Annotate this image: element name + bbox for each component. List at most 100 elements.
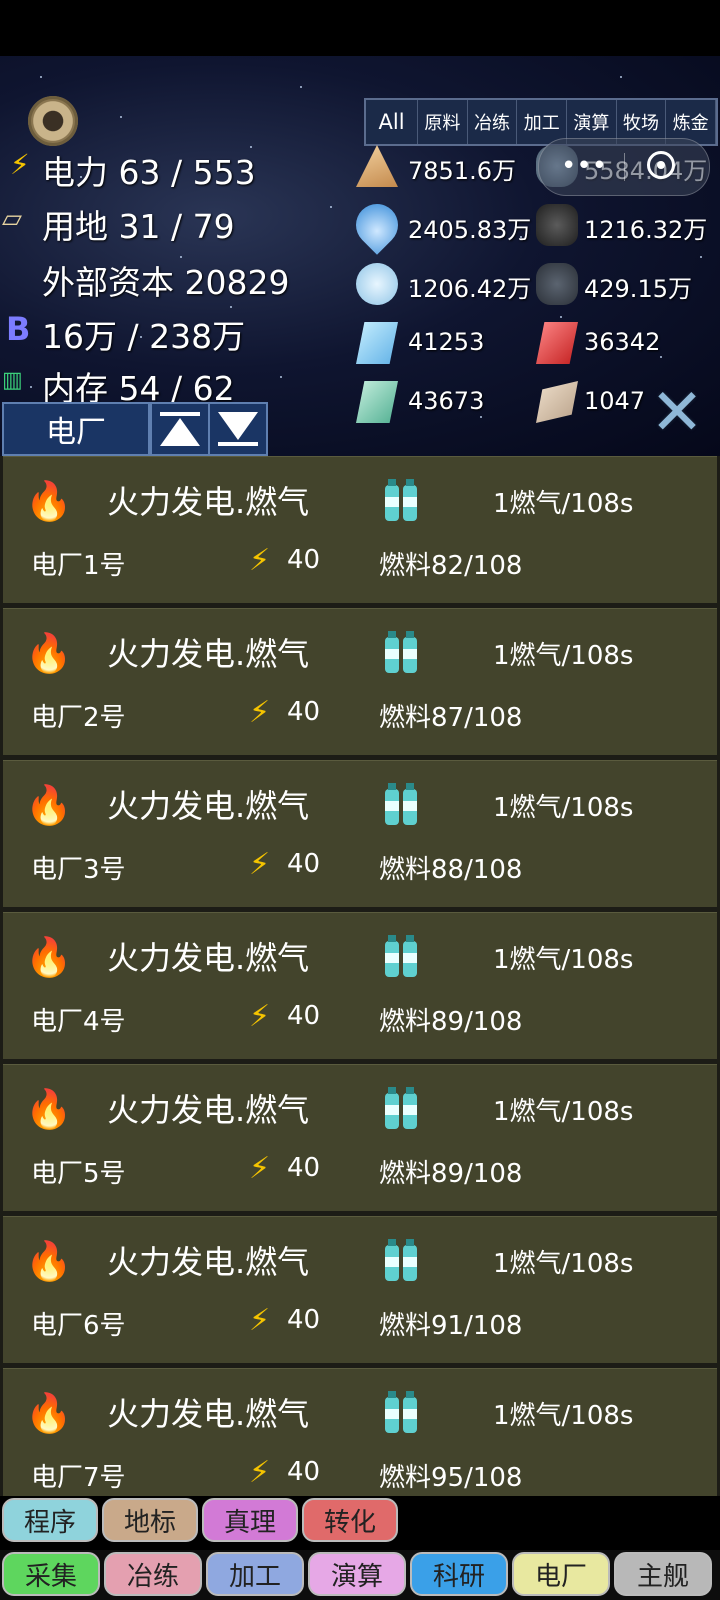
- fuel-level: 燃料95/108: [379, 1463, 523, 1493]
- power-output: 40: [287, 1305, 321, 1335]
- star: [700, 256, 702, 258]
- flame-icon: 🔥: [25, 1391, 73, 1435]
- nav-button-电厂[interactable]: 电厂: [512, 1552, 610, 1596]
- scroll-top-button[interactable]: [150, 402, 210, 456]
- power-output: 40: [287, 697, 321, 727]
- lightning-icon: ⚡: [249, 543, 271, 578]
- plant-type: 火力发电.燃气: [107, 1395, 310, 1433]
- scroll-bottom-button[interactable]: [208, 402, 268, 456]
- status-bar: [0, 0, 720, 56]
- plant-type: 火力发电.燃气: [107, 1091, 310, 1129]
- resource-value: 36342: [584, 328, 661, 356]
- nav-button-主舰[interactable]: 主舰: [614, 1552, 712, 1596]
- flame-icon: 🔥: [25, 631, 73, 675]
- resource-value: 43673: [408, 387, 485, 415]
- gas-canister-icon: [385, 1087, 417, 1129]
- plant-card[interactable]: 🔥 火力发电.燃气 1燃气/108s 电厂2号 ⚡ 40 燃料87/108: [3, 608, 717, 755]
- nav-button-0[interactable]: 程序: [2, 1498, 98, 1542]
- star: [620, 76, 622, 78]
- star: [40, 76, 42, 78]
- flame-icon: 🔥: [25, 935, 73, 979]
- plant-name: 电厂1号: [31, 551, 126, 581]
- plant-card[interactable]: 🔥 火力发电.燃气 1燃气/108s 电厂4号 ⚡ 40 燃料89/108: [3, 912, 717, 1059]
- resource-value: 429.15万: [584, 275, 692, 303]
- resource-value: 1047: [584, 387, 646, 415]
- close-target-icon[interactable]: [647, 151, 675, 179]
- lightning-icon: ⚡: [249, 1151, 271, 1186]
- nav-button-2[interactable]: 真理: [202, 1498, 298, 1542]
- memory-chip-icon: ▥: [2, 368, 23, 393]
- filter-tab-1[interactable]: 原料: [418, 100, 468, 144]
- power-output: 40: [287, 1001, 321, 1031]
- fuel-rate: 1燃气/108s: [493, 793, 634, 823]
- fuel-rate: 1燃气/108s: [493, 489, 634, 519]
- bits-stat: 16万 / 238万: [42, 317, 246, 356]
- land-stat: 用地 31 / 79: [42, 207, 235, 246]
- arrow-up-to-top-icon: [160, 412, 200, 446]
- plant-card[interactable]: 🔥 火力发电.燃气 1燃气/108s 电厂3号 ⚡ 40 燃料88/108: [3, 760, 717, 907]
- plant-card[interactable]: 🔥 火力发电.燃气 1燃气/108s 电厂6号 ⚡ 40 燃料91/108: [3, 1216, 717, 1363]
- more-dots-icon[interactable]: •••: [561, 151, 607, 181]
- plant-name: 电厂5号: [31, 1159, 126, 1189]
- nav-button-3[interactable]: 转化: [302, 1498, 398, 1542]
- flame-icon: 🔥: [25, 1239, 73, 1283]
- star: [480, 416, 482, 418]
- power-output: 40: [287, 849, 321, 879]
- nav-button-采集[interactable]: 采集: [2, 1552, 100, 1596]
- fuel-level: 燃料87/108: [379, 703, 523, 733]
- resource-value: 2405.83万: [408, 216, 532, 244]
- gas-canister-icon: [385, 1391, 417, 1433]
- plant-card[interactable]: 🔥 火力发电.燃气 1燃气/108s 电厂1号 ⚡ 40 燃料82/108: [3, 456, 717, 603]
- fuel-level: 燃料88/108: [379, 855, 523, 885]
- hydrogen-icon: [356, 263, 398, 305]
- capital-stat: 外部资本 20829: [42, 263, 290, 302]
- nav-row-1: 程序 地标 真理 转化: [0, 1498, 720, 1544]
- mini-program-capsule[interactable]: •••: [538, 138, 710, 196]
- filter-tab-0[interactable]: All: [366, 100, 419, 144]
- filter-tab-2[interactable]: 冶练: [468, 100, 518, 144]
- fuel-level: 燃料89/108: [379, 1159, 523, 1189]
- plant-type: 火力发电.燃气: [107, 483, 310, 521]
- fuel-rate: 1燃气/108s: [493, 641, 634, 671]
- nav-button-1[interactable]: 地标: [102, 1498, 198, 1542]
- flame-icon: 🔥: [25, 783, 73, 827]
- map-scroll-icon: ▱: [2, 204, 22, 234]
- gas-canister-icon: [385, 631, 417, 673]
- plant-type: 火力发电.燃气: [107, 635, 310, 673]
- plant-card[interactable]: 🔥 火力发电.燃气 1燃气/108s 电厂5号 ⚡ 40 燃料89/108: [3, 1064, 717, 1211]
- power-stat: 电力 63 / 553: [42, 153, 256, 192]
- filter-tab-3[interactable]: 加工: [517, 100, 568, 144]
- category-button[interactable]: 电厂: [2, 402, 150, 456]
- settings-gear-icon[interactable]: [28, 96, 78, 146]
- plant-type: 火力发电.燃气: [107, 787, 310, 825]
- capsule-divider: [624, 153, 625, 181]
- coal-icon: [536, 204, 578, 246]
- power-output: 40: [287, 1457, 321, 1487]
- nav-row-2: 采集 冶练 加工 演算 科研 电厂 主舰: [0, 1550, 720, 1600]
- gas-canister-icon: [385, 1239, 417, 1281]
- lightning-icon: ⚡: [249, 847, 271, 882]
- nav-button-演算[interactable]: 演算: [308, 1552, 406, 1596]
- nav-button-冶练[interactable]: 冶练: [104, 1552, 202, 1596]
- power-plant-list[interactable]: 🔥 火力发电.燃气 1燃气/108s 电厂1号 ⚡ 40 燃料82/108 🔥 火力发电.燃气 1…: [0, 456, 720, 1496]
- flame-icon: 🔥: [25, 479, 73, 523]
- star: [120, 116, 122, 118]
- fuel-rate: 1燃气/108s: [493, 1249, 634, 1279]
- nav-button-科研[interactable]: 科研: [410, 1552, 508, 1596]
- plant-name: 电厂3号: [31, 855, 126, 885]
- plant-type: 火力发电.燃气: [107, 1243, 310, 1281]
- star: [30, 386, 32, 388]
- plant-name: 电厂6号: [31, 1311, 126, 1341]
- star: [300, 86, 302, 88]
- gas-canister-icon: [385, 783, 417, 825]
- plant-card[interactable]: 🔥 火力发电.燃气 1燃气/108s 电厂7号 ⚡ 40 燃料95/108: [3, 1368, 717, 1496]
- fuel-level: 燃料82/108: [379, 551, 523, 581]
- lightning-icon: ⚡: [249, 999, 271, 1034]
- gas-canister-icon: [385, 935, 417, 977]
- bits-b-icon: B: [6, 310, 31, 348]
- star: [230, 306, 232, 308]
- close-x-icon[interactable]: ✕: [648, 381, 706, 445]
- plant-name: 电厂7号: [31, 1463, 126, 1493]
- nav-button-加工[interactable]: 加工: [206, 1552, 304, 1596]
- resource-value: 7851.6万: [408, 157, 516, 185]
